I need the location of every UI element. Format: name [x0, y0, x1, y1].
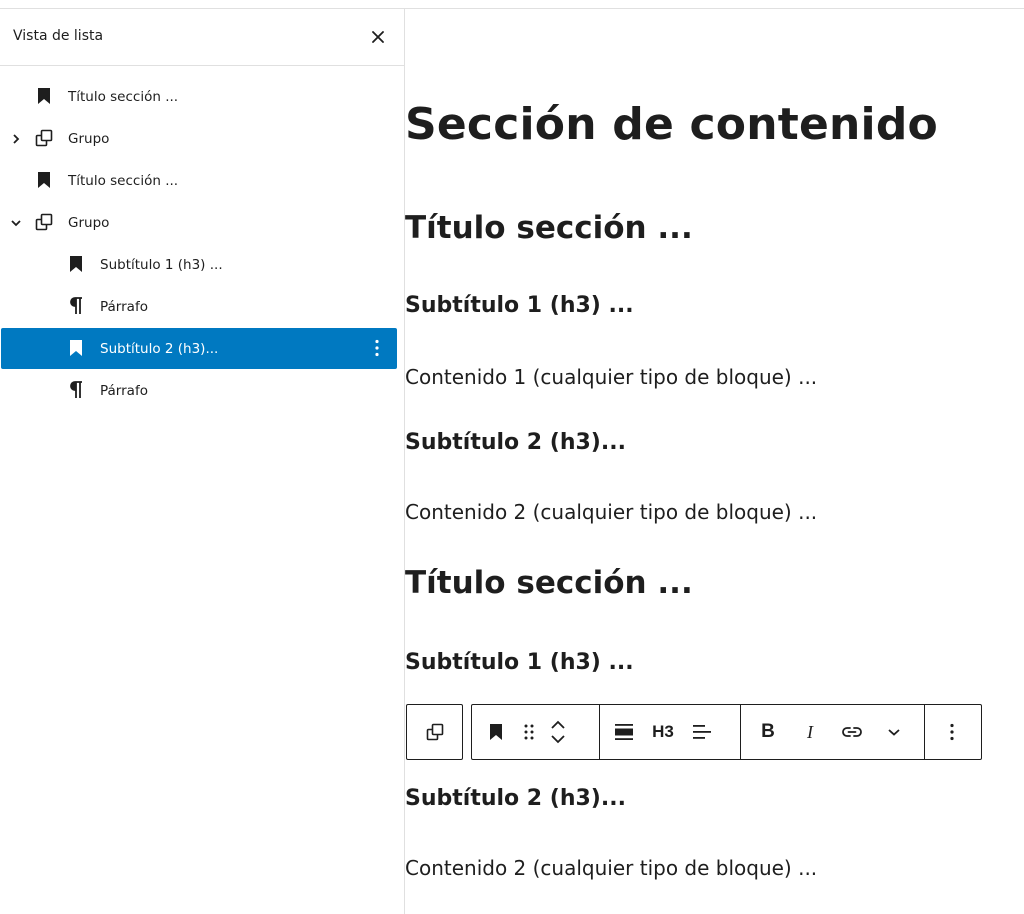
group-icon [34, 212, 54, 232]
list-view-item-label: Párrafo [100, 299, 148, 315]
paragraph-1-1[interactable]: Contenido 1 (cualquier tipo de bloque) .… [405, 365, 817, 389]
bold-button[interactable]: B [747, 712, 789, 752]
text-align-button[interactable] [684, 712, 720, 752]
move-down-icon[interactable] [550, 733, 566, 745]
toolbar-options-group [925, 705, 979, 759]
toolbar-block-group [472, 705, 600, 759]
page-heading[interactable]: Sección de contenido [405, 99, 938, 150]
list-view-item-label: Título sección ... [68, 173, 179, 189]
drag-handle[interactable] [514, 712, 544, 752]
toolbar-format-group: H3 [600, 705, 741, 759]
list-view-header: Vista de lista [0, 9, 404, 66]
list-view-item-label: Título sección ... [68, 89, 179, 105]
heading-level-button[interactable]: H3 [642, 712, 684, 752]
link-icon [842, 727, 862, 737]
bookmark-icon [66, 338, 86, 358]
list-view-item[interactable]: Título sección ... [1, 76, 397, 117]
bookmark-icon [34, 170, 54, 190]
block-type-button[interactable] [478, 712, 514, 752]
section-title-1[interactable]: Título sección ... [405, 210, 693, 246]
align-button[interactable] [606, 712, 642, 752]
list-view-item[interactable]: Título sección ... [1, 160, 397, 201]
select-parent-button[interactable] [406, 704, 463, 760]
paragraph-2-2[interactable]: Contenido 2 (cualquier tipo de bloque) .… [405, 856, 817, 880]
chevron-right-icon[interactable] [10, 130, 26, 146]
subtitle-1-1[interactable]: Subtítulo 1 (h3) ... [405, 293, 634, 318]
toolbar-inline-group: B I [741, 705, 925, 759]
group-icon [34, 128, 54, 148]
align-wide-icon [615, 724, 633, 740]
bookmark-icon [66, 254, 86, 274]
list-view-item-label: Párrafo [100, 383, 148, 399]
drag-handle-icon [524, 724, 534, 740]
block-options-button[interactable] [934, 712, 970, 752]
list-view-item[interactable]: Subtítulo 2 (h3)... [1, 328, 397, 369]
heading-level-label: H3 [652, 722, 674, 741]
block-mover [544, 710, 572, 754]
editor-canvas: Sección de contenido Título sección ... … [405, 9, 1024, 914]
list-view-item-label: Grupo [68, 131, 110, 147]
list-view-item-label: Subtítulo 2 (h3)... [100, 341, 219, 357]
list-view-item-label: Grupo [68, 215, 110, 231]
subtitle-1-2[interactable]: Subtítulo 2 (h3)... [405, 430, 626, 455]
list-view-item[interactable]: Subtítulo 1 (h3) ... [1, 244, 397, 285]
list-view-item[interactable]: Grupo [1, 118, 397, 159]
close-icon [372, 31, 384, 43]
block-toolbar: H3 B I [471, 704, 982, 760]
chevron-down-icon [888, 729, 900, 736]
list-view-panel: Vista de lista Título sección ... Grupo Tí… [0, 9, 405, 914]
group-icon [426, 723, 443, 741]
italic-button[interactable]: I [789, 712, 831, 752]
italic-label: I [807, 721, 813, 742]
more-vertical-icon[interactable] [367, 338, 387, 358]
link-button[interactable] [831, 712, 873, 752]
subtitle-2-1[interactable]: Subtítulo 1 (h3) ... [405, 650, 634, 675]
bold-label: B [761, 721, 775, 742]
list-view-item[interactable]: Párrafo [1, 370, 397, 411]
more-vertical-icon [950, 723, 954, 741]
section-title-2[interactable]: Título sección ... [405, 565, 693, 601]
list-view-item-label: Subtítulo 1 (h3) ... [100, 257, 223, 273]
chevron-down-icon[interactable] [10, 214, 26, 230]
list-view-title: Vista de lista [13, 28, 104, 44]
paragraph-1-2[interactable]: Contenido 2 (cualquier tipo de bloque) .… [405, 500, 817, 524]
list-view-item[interactable]: Grupo [1, 202, 397, 243]
subtitle-2-2[interactable]: Subtítulo 2 (h3)... [405, 786, 626, 811]
more-rich-text-button[interactable] [873, 712, 915, 752]
paragraph-icon [66, 380, 86, 400]
list-view-item[interactable]: Párrafo [1, 286, 397, 327]
align-left-icon [693, 725, 711, 739]
paragraph-icon [66, 296, 86, 316]
move-up-icon[interactable] [550, 719, 566, 731]
bookmark-icon [490, 724, 502, 740]
bookmark-icon [34, 86, 54, 106]
close-button[interactable] [364, 23, 392, 51]
